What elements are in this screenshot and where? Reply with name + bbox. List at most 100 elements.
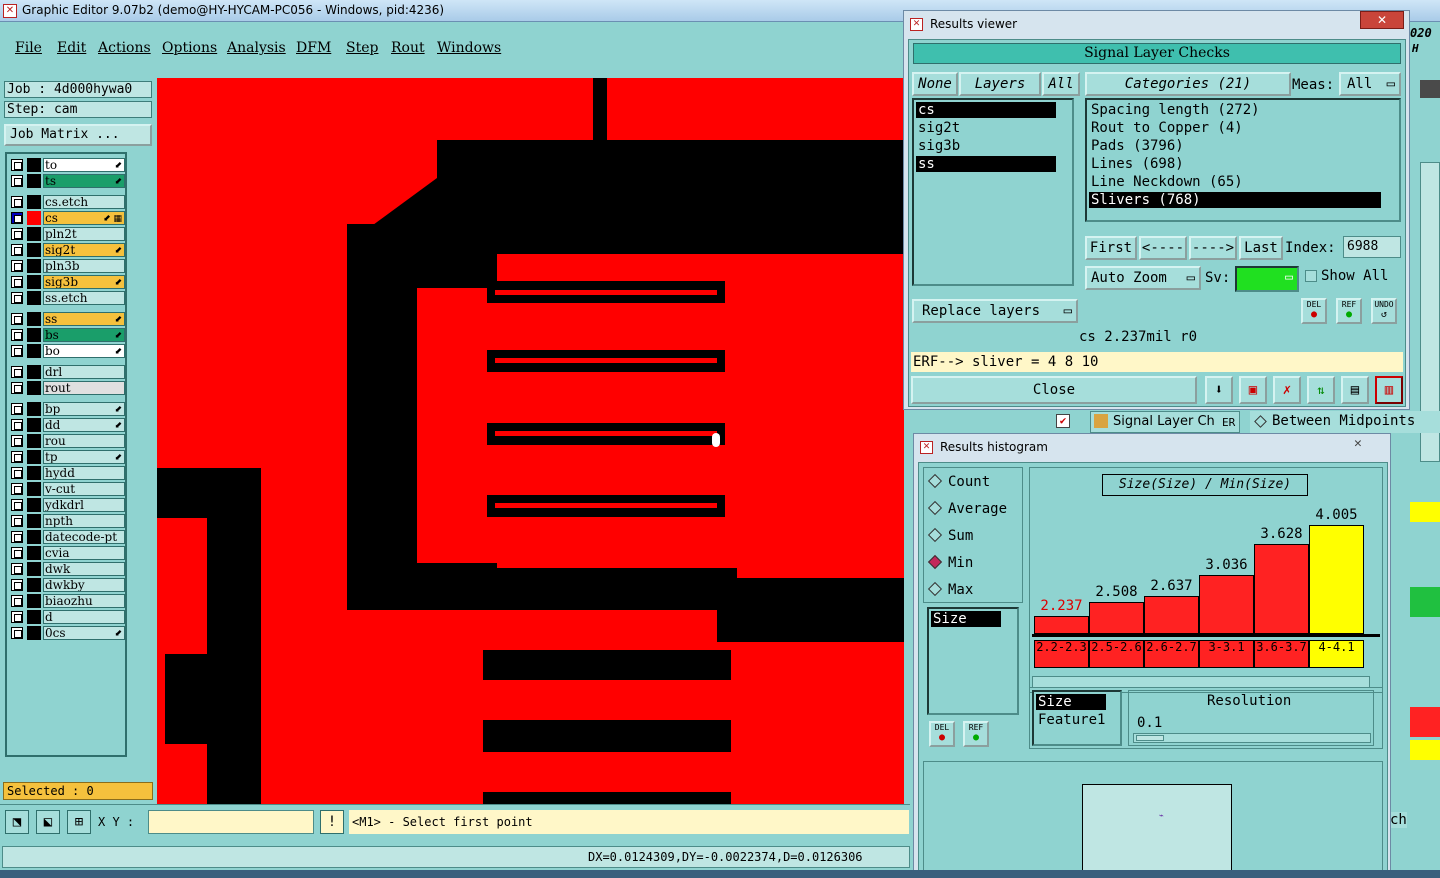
layer-row[interactable]: ss ⬋: [9, 312, 125, 326]
layer-name[interactable]: dd ⬋: [43, 418, 125, 432]
layer-row[interactable]: drl: [9, 365, 125, 379]
layer-row[interactable]: ts ⬋: [9, 174, 125, 188]
layer-checkbox[interactable]: [11, 382, 23, 394]
undo-button[interactable]: UNDO ↺: [1371, 298, 1397, 324]
auto-zoom-dropdown[interactable]: Auto Zoom ▭: [1085, 266, 1201, 290]
replace-layers-dropdown[interactable]: Replace layers ▭: [912, 299, 1078, 323]
alert-icon[interactable]: !: [320, 810, 344, 834]
layer-name[interactable]: hydd: [43, 466, 125, 480]
resolution-slider[interactable]: [1133, 733, 1371, 743]
histogram-bar[interactable]: [1309, 524, 1364, 634]
menu-rout[interactable]: Rout: [391, 40, 425, 56]
layer-checkbox[interactable]: [11, 366, 23, 378]
layer-name[interactable]: to ⬋: [43, 158, 125, 172]
compare-icon[interactable]: ⇅: [1307, 376, 1335, 404]
layer-list-item[interactable]: sig2t: [916, 120, 1056, 136]
layer-row[interactable]: dwkby: [9, 578, 125, 592]
layer-row[interactable]: rou: [9, 434, 125, 448]
menu-analysis[interactable]: Analysis: [227, 40, 286, 56]
index-input[interactable]: 6988: [1343, 236, 1401, 258]
histogram-bar[interactable]: [1254, 544, 1309, 634]
layer-checkbox[interactable]: [11, 260, 23, 272]
layer-row[interactable]: sig2t ⬋: [9, 243, 125, 257]
layer-name[interactable]: rou: [43, 434, 125, 448]
layer-name[interactable]: ts ⬋: [43, 174, 125, 188]
mode-max-radio[interactable]: Max: [927, 581, 973, 598]
layer-name[interactable]: npth: [43, 514, 125, 528]
snap-tool-icon[interactable]: ⬕: [36, 810, 60, 834]
mode-count-radio[interactable]: Count: [927, 473, 990, 490]
menu-dfm[interactable]: DFM: [296, 40, 331, 56]
bin-label[interactable]: 3.6-3.7: [1254, 640, 1309, 668]
layer-row[interactable]: npth: [9, 514, 125, 528]
layer-checkbox[interactable]: [11, 419, 23, 431]
menu-step[interactable]: Step: [346, 40, 378, 56]
layer-row[interactable]: d: [9, 610, 125, 624]
layer-name[interactable]: ss.etch: [43, 291, 125, 305]
layer-checkbox[interactable]: [11, 159, 23, 171]
category-item[interactable]: Spacing length (272): [1089, 102, 1381, 118]
layer-name[interactable]: pln3b: [43, 259, 125, 273]
category-item[interactable]: Line Neckdown (65): [1089, 174, 1381, 190]
layer-row[interactable]: biaozhu: [9, 594, 125, 608]
layer-name[interactable]: bs ⬋: [43, 328, 125, 342]
histogram-bar[interactable]: [1089, 602, 1144, 634]
graphics-canvas[interactable]: [157, 78, 904, 804]
layer-name[interactable]: bp ⬋: [43, 402, 125, 416]
category-list[interactable]: Spacing length (272) Rout to Copper (4) Pa…: [1085, 98, 1401, 222]
attribute-item[interactable]: Size: [931, 611, 1001, 627]
layer-name[interactable]: tp ⬋: [43, 450, 125, 464]
notes-icon[interactable]: ▤: [1341, 376, 1369, 404]
layer-row[interactable]: rout: [9, 381, 125, 395]
menu-options[interactable]: Options: [162, 40, 217, 56]
close-button[interactable]: Close: [911, 376, 1197, 404]
close-window-icon[interactable]: ✕: [1360, 11, 1404, 29]
layer-row[interactable]: pln3b: [9, 259, 125, 273]
sv-color-dropdown[interactable]: ▭: [1235, 266, 1299, 292]
layer-checkbox[interactable]: [11, 276, 23, 288]
layer-name[interactable]: dwk: [43, 562, 125, 576]
layer-name[interactable]: ydkdrl: [43, 498, 125, 512]
layer-checkbox[interactable]: [11, 313, 23, 325]
report-icon[interactable]: ▣: [1239, 376, 1267, 404]
layer-row[interactable]: 0cs ⬋: [9, 626, 125, 640]
histogram-bar[interactable]: [1144, 595, 1199, 634]
layer-row[interactable]: datecode-pt: [9, 530, 125, 544]
layer-row[interactable]: to ⬋: [9, 158, 125, 172]
del-button[interactable]: DEL ●: [1301, 298, 1327, 324]
bin-label[interactable]: 4-4.1: [1309, 640, 1364, 668]
layer-row[interactable]: tp ⬋: [9, 450, 125, 464]
next-button[interactable]: ---->: [1189, 236, 1237, 260]
layer-name[interactable]: 0cs ⬋: [43, 626, 125, 640]
prev-button[interactable]: <----: [1139, 236, 1187, 260]
layer-row[interactable]: ydkdrl: [9, 498, 125, 512]
layer-name[interactable]: dwkby: [43, 578, 125, 592]
layer-checkbox[interactable]: [11, 483, 23, 495]
layer-checkbox[interactable]: [11, 435, 23, 447]
layer-checkbox[interactable]: [11, 467, 23, 479]
category-item[interactable]: Pads (3796): [1089, 138, 1381, 154]
last-button[interactable]: Last: [1239, 236, 1283, 260]
menu-windows[interactable]: Windows: [437, 40, 501, 56]
layer-checkbox[interactable]: [11, 499, 23, 511]
layer-name[interactable]: drl: [43, 365, 125, 379]
field-item[interactable]: Feature1: [1036, 712, 1105, 728]
measure-tool-icon[interactable]: ⬔: [5, 810, 29, 834]
menu-edit[interactable]: Edit: [57, 40, 86, 56]
bin-label[interactable]: 2.6-2.7: [1144, 640, 1199, 668]
histogram-bar[interactable]: [1034, 616, 1089, 634]
category-item[interactable]: Rout to Copper (4): [1089, 120, 1381, 136]
layer-name[interactable]: sig3b ⬋: [43, 275, 125, 289]
layer-checkbox[interactable]: [11, 175, 23, 187]
field-item[interactable]: Size: [1036, 694, 1106, 710]
layer-checkbox[interactable]: [11, 403, 23, 415]
layer-row[interactable]: cvia: [9, 546, 125, 560]
histogram-bar[interactable]: [1199, 574, 1254, 634]
layer-checkbox[interactable]: [11, 212, 23, 224]
slider-thumb[interactable]: [1136, 735, 1164, 741]
menu-file[interactable]: File: [15, 40, 42, 56]
layer-checkbox[interactable]: [11, 228, 23, 240]
mode-min-radio[interactable]: Min: [927, 554, 973, 571]
layer-row[interactable]: cs ⬋ ▦: [9, 211, 125, 225]
layer-row[interactable]: bs ⬋: [9, 328, 125, 342]
